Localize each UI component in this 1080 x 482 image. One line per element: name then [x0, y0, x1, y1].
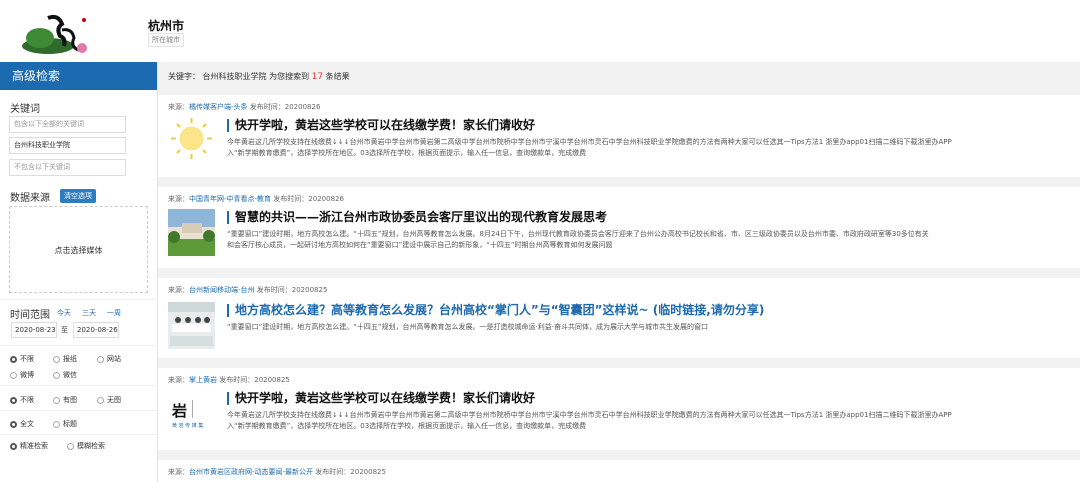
result-title-link[interactable]: 地方高校怎么建？高等教育怎么发展？台州高校“掌门人”与“智囊团”这样说~ (临时… [227, 304, 764, 317]
type-radio-any[interactable]: 不限 [10, 354, 34, 364]
radio-dot-icon [53, 371, 60, 379]
media-logo-thumbnail: 岩 黄 岩 传 媒 集 [168, 398, 215, 445]
source-link[interactable]: 台州新闻移动端-台州 [189, 286, 255, 294]
divider [0, 434, 158, 435]
time-week-link[interactable]: 一周 [107, 308, 121, 318]
radio-dot-icon [53, 420, 60, 428]
divider [0, 410, 158, 411]
image-radio-any[interactable]: 不限 [10, 395, 34, 405]
date-from-input[interactable]: 2020-08-23 [11, 322, 57, 338]
source-link[interactable]: 掌上黄岩 [189, 376, 217, 384]
source-label: 数据来源 [10, 193, 50, 204]
results-panel: 关键字： 台州科技职业学院 为您搜索到 17 条结果 来源：橘传媒客户端-头条 … [158, 62, 1080, 482]
meeting-thumbnail [168, 302, 215, 349]
result-card: 来源：台州新闻移动端-台州 发布时间：20200825 地方高校怎么建？高等教育… [158, 278, 1080, 358]
divider [0, 299, 158, 300]
sun-thumbnail [168, 115, 215, 162]
date-to-input[interactable]: 2020-08-26 [73, 322, 119, 338]
select-media-button[interactable]: 点击选择媒体 [9, 206, 148, 293]
radio-dot-icon [97, 396, 104, 404]
keyword-exclude-input[interactable]: 不包含以下关键词 [9, 159, 126, 176]
divider [0, 385, 158, 386]
match-radio-fuzzy[interactable]: 模糊检索 [67, 441, 105, 451]
result-source: 来源：掌上黄岩 发布时间：20200825 [168, 376, 290, 384]
source-link[interactable]: 台州市黄岩区政府网-动态要闻-最新公开 [189, 468, 313, 476]
date-separator: 至 [61, 326, 68, 334]
result-card: 来源：中国青年网-中青看点-教育 发布时间：20200826 智慧的共识——浙江… [158, 187, 1080, 268]
clear-options-button[interactable]: 清空选项 [60, 189, 96, 203]
result-excerpt: 今年黄岩这几所学校支持在线缴费↓↓↓台州市黄岩中学台州市黄岩第二高级中学台州市院… [227, 411, 952, 430]
result-excerpt: 今年黄岩这几所学校支持在线缴费↓↓↓台州市黄岩中学台州市黄岩第二高级中学台州市院… [227, 138, 952, 157]
result-title-link[interactable]: 快开学啦，黄岩这些学校可以在线缴学费！家长们请收好 [227, 392, 535, 405]
city-tag[interactable]: 所在城市 [148, 33, 184, 47]
image-radio-with[interactable]: 有图 [53, 395, 77, 405]
city-name: 杭州市 [148, 19, 185, 33]
result-source: 来源：中国青年网-中青看点-教育 发布时间：20200826 [168, 195, 344, 203]
source-link[interactable]: 橘传媒客户端-头条 [189, 103, 248, 111]
radio-dot-icon [97, 355, 104, 363]
result-excerpt: “重要窗口”建设时期，地方高校怎么建。“十四五”规划，台州高等教育怎么发展。8月… [227, 230, 929, 249]
result-card: 来源：台州市黄岩区政府网-动态要闻-最新公开 发布时间：20200825 [158, 460, 1080, 482]
scope-radio-full[interactable]: 全文 [10, 419, 34, 429]
result-card: 来源：掌上黄岩 发布时间：20200825 岩 黄 岩 传 媒 集 快开学啦，黄… [158, 368, 1080, 450]
keyword-value-input[interactable]: 台州科技职业学院 [9, 137, 126, 154]
radio-dot-icon [10, 396, 17, 404]
time-three-days-link[interactable]: 三天 [82, 308, 96, 318]
radio-dot-icon [67, 442, 74, 450]
result-source: 来源：橘传媒客户端-头条 发布时间：20200826 [168, 103, 321, 111]
result-excerpt: “重要窗口”建设时期，地方高校怎么建。“十四五”规划，台州高等教育怎么发展。一是… [227, 323, 708, 331]
image-radio-without[interactable]: 无图 [97, 395, 121, 405]
result-source: 来源：台州市黄岩区政府网-动态要闻-最新公开 发布时间：20200825 [168, 468, 386, 476]
keyword-all-input[interactable]: 包含以下全部的关键词 [9, 116, 126, 133]
radio-dot-icon [10, 420, 17, 428]
radio-dot-icon [10, 355, 17, 363]
result-card: 来源：橘传媒客户端-头条 发布时间：20200826 快开学啦，黄岩这些学校可以… [158, 95, 1080, 177]
radio-dot-icon [53, 396, 60, 404]
campus-thumbnail [168, 209, 215, 256]
radio-dot-icon [53, 355, 60, 363]
match-radio-exact[interactable]: 精准检索 [10, 441, 48, 451]
advanced-search-sidebar: 高级检索 关键词 包含以下全部的关键词 台州科技职业学院 不包含以下关键词 数据… [0, 62, 158, 482]
results-summary: 关键字： 台州科技职业学院 为您搜索到 17 条结果 [158, 62, 1080, 90]
sidebar-title: 高级检索 [0, 62, 157, 90]
result-title-link[interactable]: 智慧的共识——浙江台州市政协委员会客厅里议出的现代教育发展思考 [227, 211, 607, 224]
type-radio-wechat[interactable]: 微信 [53, 370, 77, 380]
type-radio-weibo[interactable]: 微博 [10, 370, 34, 380]
source-link[interactable]: 中国青年网-中青看点-教育 [189, 195, 271, 203]
top-header: 杭州市 所在城市 [0, 0, 1080, 62]
type-radio-newspaper[interactable]: 报纸 [53, 354, 77, 364]
result-source: 来源：台州新闻移动端-台州 发布时间：20200825 [168, 286, 328, 294]
keyword-label: 关键词 [10, 104, 40, 115]
time-today-link[interactable]: 今天 [57, 308, 71, 318]
result-count: 17 [311, 72, 324, 82]
type-radio-website[interactable]: 网站 [97, 354, 121, 364]
radio-dot-icon [10, 371, 17, 379]
divider [0, 345, 158, 346]
logo [22, 14, 87, 54]
scope-radio-title[interactable]: 标题 [53, 419, 77, 429]
time-range-label: 时间范围 [10, 310, 50, 321]
radio-dot-icon [10, 442, 17, 450]
result-title-link[interactable]: 快开学啦，黄岩这些学校可以在线缴学费！家长们请收好 [227, 119, 535, 132]
